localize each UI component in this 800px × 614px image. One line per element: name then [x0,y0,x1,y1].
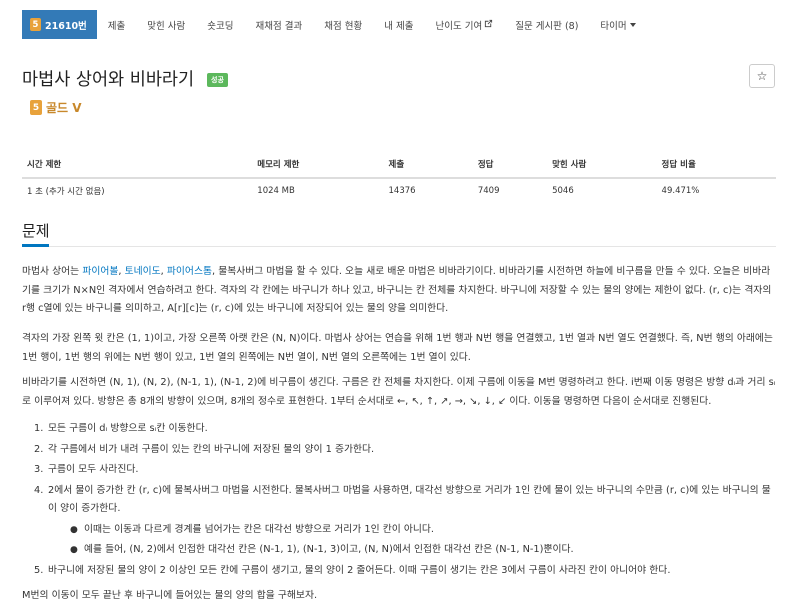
step-text: 2에서 물이 증가한 칸 (r, c)에 물복사버그 마법을 시전한다. 물복사… [48,484,771,515]
steps-list: 1. 모든 구름이 dᵢ 방향으로 sᵢ칸 이동한다. 2. 각 구름에서 비가 내… [22,420,776,582]
header-submissions: 제출 [383,151,473,179]
nav-rejudge-results[interactable]: 재채점 결과 [245,10,314,39]
link-firestorm[interactable]: 파이어스톰 [167,266,212,277]
header-time-limit: 시간 제한 [22,151,253,179]
tier-label[interactable]: 5 골드 V [30,99,82,116]
list-item: 1. 모든 구름이 dᵢ 방향으로 sᵢ칸 이동한다. [34,420,776,439]
external-link-icon [484,19,493,31]
step-number: 1. [34,423,44,434]
nav-status[interactable]: 채점 현황 [313,10,373,39]
p1-text-start: 마법사 상어는 [22,266,83,277]
header-memory-limit: 메모리 제한 [252,151,384,179]
nav-problem-number[interactable]: 5 21610번 [22,10,97,39]
step-number: 3. [34,464,44,475]
nav-timer-dropdown[interactable]: 타이머 [589,10,646,39]
nav-solved-users[interactable]: 맞힌 사람 [136,10,196,39]
problem-info-table: 시간 제한 메모리 제한 제출 정답 맞힌 사람 정답 비율 1 초 (추가 시… [22,151,776,203]
sub-step-text: 이때는 이동과 다르게 경계를 넘어가는 칸은 대각선 방향으로 거리가 1인 … [84,523,435,535]
list-item: 4. 2에서 물이 증가한 칸 (r, c)에 물복사버그 마법을 시전한다. 물… [34,482,776,519]
problem-paragraph-2: 격자의 가장 왼쪽 윗 칸은 (1, 1)이고, 가장 오른쪽 아랫 칸은 (N… [22,333,773,363]
section-divider [22,246,776,247]
tier-icon: 5 [30,18,41,31]
list-item: 3. 구름이 모두 사라진다. [34,461,776,480]
nav-my-submissions[interactable]: 내 제출 [373,10,424,39]
list-item: 5. 바구니에 저장된 물의 양이 2 이상인 모든 칸에 구름이 생기고, 물의… [34,562,776,581]
status-badge: 성공 [207,73,228,87]
sub-list-item: ● 이때는 이동과 다르게 경계를 넘어가는 칸은 대각선 방향으로 거리가 1인… [70,521,776,540]
tier-badge-icon: 5 [30,100,42,115]
problem-paragraph-1: 마법사 상어는 파이어볼, 토네이도, 파이어스톰, 물복사버그 마법을 할 수… [22,263,776,319]
list-item: 2. 각 구름에서 비가 내려 구름이 있는 칸의 바구니에 저장된 물의 양이 … [34,441,776,460]
cell-memory-limit: 1024 MB [257,186,295,196]
nav-timer-label: 타이머 [600,20,627,32]
step-number: 5. [34,564,44,576]
nav-submit[interactable]: 제출 [97,10,136,39]
link-fireball[interactable]: 파이어볼 [82,266,118,277]
cell-time-limit: 1 초 (추가 시간 없음) [27,187,105,197]
header-accepted: 정답 [472,151,548,179]
sub-list-item: ● 예를 들어, (N, 2)에서 인접한 대각선 칸은 (N-1, 1), (N… [70,541,776,560]
problem-nav: 5 21610번 제출 맞힌 사람 숏코딩 재채점 결과 채점 현황 내 제출 … [22,10,647,39]
link-tornado[interactable]: 토네이도 [125,266,161,277]
step-text: 구름이 모두 사라진다. [48,464,139,475]
header-accept-ratio: 정답 비율 [656,151,776,179]
tier-text: 골드 V [46,101,82,115]
step-number: 4. [34,484,44,496]
nav-difficulty-label: 난이도 기여 [435,20,483,32]
cell-solved-users: 5046 [552,186,574,196]
star-icon: ☆ [756,69,768,83]
problem-title: 마법사 상어와 비바라기 [22,70,195,90]
cell-accepted: 7409 [477,186,500,196]
step-text: 각 구름에서 비가 내려 구름이 있는 칸의 바구니에 저장된 물의 양이 1 … [48,443,375,455]
favorite-star-button[interactable]: ☆ [749,64,775,88]
problem-paragraph-3: 비바라기를 시전하면 (N, 1), (N, 2), (N-1, 1), (N-… [22,377,776,407]
problem-number-label: 21610번 [45,20,87,32]
nav-short-coding[interactable]: 숏코딩 [196,10,244,39]
step-number: 2. [34,443,44,455]
section-underline [22,244,49,247]
bullet-icon: ● [70,524,78,535]
bullet-icon: ● [70,545,78,555]
step-text: 모든 구름이 dᵢ 방향으로 sᵢ칸 이동한다. [48,423,208,434]
caret-down-icon [629,22,636,27]
nav-difficulty-contrib[interactable]: 난이도 기여 [424,10,504,39]
table-header-row: 시간 제한 메모리 제한 제출 정답 맞힌 사람 정답 비율 [22,151,776,179]
header-solved-users: 맞힌 사람 [547,151,657,179]
cell-submissions: 14376 [388,186,416,196]
section-title-problem: 문제 [22,222,50,240]
nav-qna-board[interactable]: 질문 게시판 (8) [504,10,589,39]
step-text: 바구니에 저장된 물의 양이 2 이상인 모든 칸에 구름이 생기고, 물의 양… [48,564,671,576]
table-row: 1 초 (추가 시간 없음) 1024 MB 14376 7409 5046 4… [22,178,776,203]
sub-step-text: 예를 들어, (N, 2)에서 인접한 대각선 칸은 (N-1, 1), (N-… [84,544,574,555]
cell-accept-ratio: 49.471% [661,186,700,196]
problem-paragraph-4: M번의 이동이 모두 끝난 후 바구니에 들어있는 물의 양의 합을 구해보자. [22,590,318,601]
